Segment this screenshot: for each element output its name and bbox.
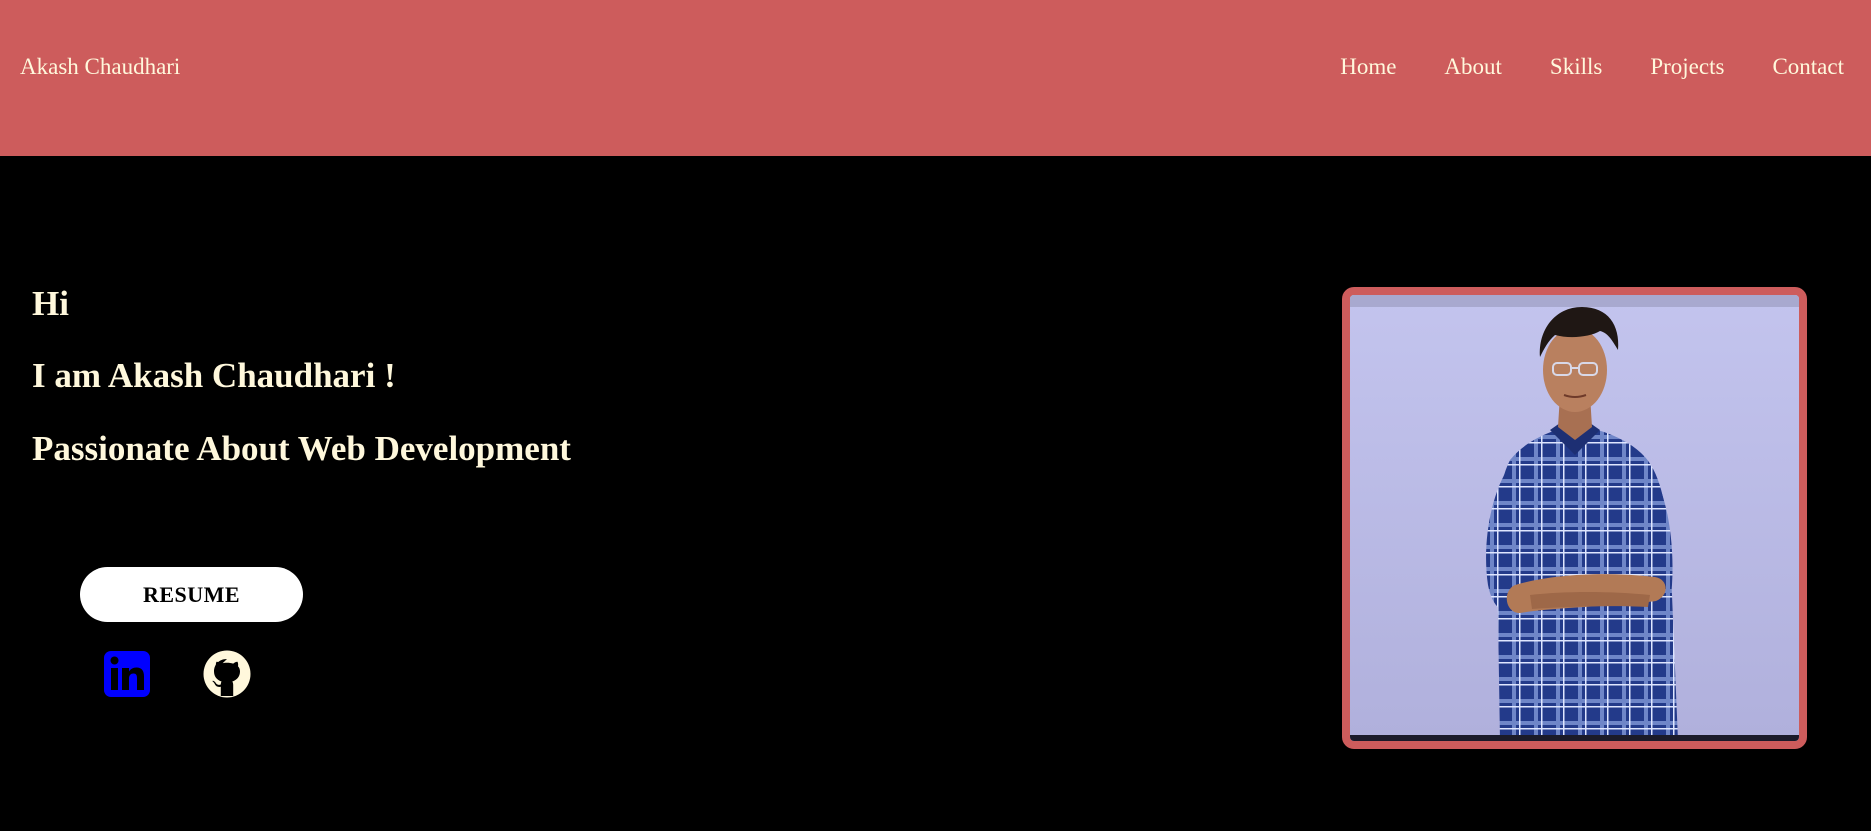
hero-tagline: Passionate About Web Development bbox=[32, 429, 571, 468]
navbar: Akash Chaudhari Home About Skills Projec… bbox=[0, 0, 1871, 156]
hero-section: Hi I am Akash Chaudhari ! Passionate Abo… bbox=[0, 156, 1871, 831]
nav-link-projects[interactable]: Projects bbox=[1650, 54, 1724, 80]
github-icon[interactable] bbox=[202, 649, 252, 699]
hero-intro: I am Akash Chaudhari ! bbox=[32, 356, 396, 395]
linkedin-icon[interactable] bbox=[102, 649, 152, 699]
brand-logo[interactable]: Akash Chaudhari bbox=[20, 54, 180, 80]
nav-link-about[interactable]: About bbox=[1444, 54, 1502, 80]
nav-link-contact[interactable]: Contact bbox=[1772, 54, 1844, 80]
hero-greeting: Hi bbox=[32, 284, 69, 323]
profile-photo bbox=[1342, 287, 1807, 749]
nav-link-home[interactable]: Home bbox=[1340, 54, 1396, 80]
nav-links: Home About Skills Projects Contact bbox=[1292, 54, 1844, 80]
resume-button[interactable]: RESUME bbox=[80, 567, 303, 622]
nav-link-skills[interactable]: Skills bbox=[1550, 54, 1602, 80]
